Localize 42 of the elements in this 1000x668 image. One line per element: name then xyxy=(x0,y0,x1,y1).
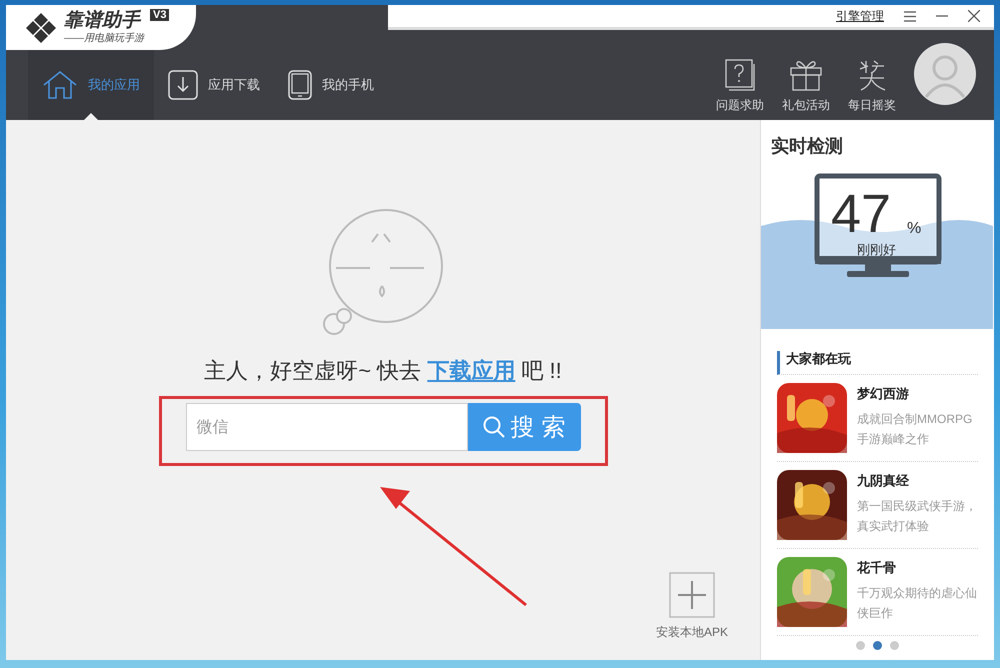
header-action[interactable]: 每日摇奖 xyxy=(848,59,896,114)
game-description: 第一国民级武侠手游，真实武打体验 xyxy=(857,498,978,535)
tablet-icon xyxy=(288,70,312,100)
page-dot[interactable] xyxy=(856,641,865,650)
avatar-icon[interactable] xyxy=(914,43,976,105)
page-dot[interactable] xyxy=(873,641,882,650)
plus-icon xyxy=(668,572,715,618)
app-title: 靠谱助手 xyxy=(64,10,142,30)
empty-message: 主人，好空虚呀~ 快去 下载应用 吧 !! xyxy=(204,357,562,385)
game-name[interactable]: 梦幻西游 xyxy=(857,385,978,403)
header-action[interactable]: 问题求助 xyxy=(716,59,764,114)
game-description: 千万观众期待的虐心仙侠巨作 xyxy=(857,585,978,622)
house-icon xyxy=(42,70,78,100)
header-action[interactable]: 礼包活动 xyxy=(782,59,830,114)
game-name[interactable]: 九阴真经 xyxy=(857,472,978,490)
minimize-icon[interactable] xyxy=(936,15,948,17)
close-icon[interactable] xyxy=(968,10,980,22)
monitor-status: 刚刚好 xyxy=(857,241,896,259)
gift-icon xyxy=(789,59,823,91)
monitor-title: 实时检测 xyxy=(770,135,844,158)
monitor-unit: % xyxy=(907,220,922,238)
help-icon xyxy=(724,59,756,91)
version-badge: V3 xyxy=(150,9,170,21)
search-icon xyxy=(482,416,505,438)
menu-icon[interactable] xyxy=(904,10,916,22)
nav-tab[interactable]: 我的手机 xyxy=(274,50,388,120)
page-dot[interactable] xyxy=(890,641,899,650)
section-title: 大家都在玩 xyxy=(777,351,978,375)
monitor-value: 47 xyxy=(831,186,892,242)
logo-icon xyxy=(24,10,58,44)
sad-face-icon xyxy=(320,208,446,338)
nav-tab[interactable]: 应用下载 xyxy=(154,50,274,120)
game-name[interactable]: 花千骨 xyxy=(857,559,978,577)
game-description: 成就回合制MMORPG手游巅峰之作 xyxy=(857,411,974,448)
monitor-icon xyxy=(814,174,942,277)
app-slogan: ——用电脑玩手游 xyxy=(64,32,144,44)
engine-link[interactable]: 引擎管理 xyxy=(836,8,884,24)
install-apk-button[interactable]: 安装本地APK xyxy=(650,571,734,642)
prize-icon xyxy=(857,59,887,91)
download-icon xyxy=(168,70,198,100)
nav-tab[interactable]: 我的应用 xyxy=(28,50,154,120)
tab-pointer xyxy=(84,113,98,120)
